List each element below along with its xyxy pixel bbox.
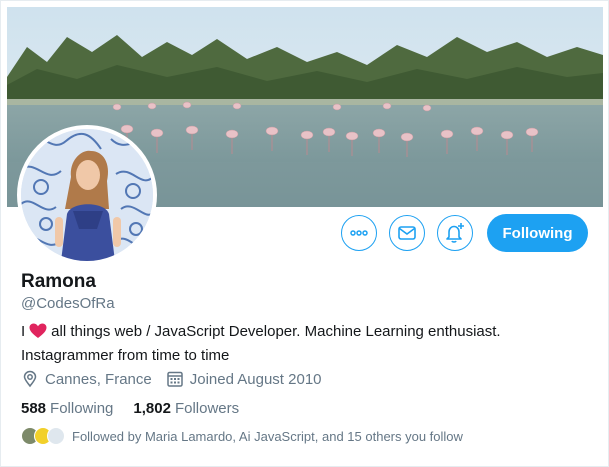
joined-item: Joined August 2010 <box>166 370 322 388</box>
followers-count: 1,802 <box>133 400 171 417</box>
following-button[interactable]: Following <box>487 214 588 252</box>
bio-prefix: I <box>21 323 26 340</box>
notifications-button[interactable] <box>437 215 473 251</box>
calendar-icon <box>166 371 183 387</box>
profile-meta: Cannes, France Joined August 2010 <box>21 370 336 388</box>
followers-count-link[interactable]: 1,802 Followers <box>133 400 239 417</box>
following-count-link[interactable]: 588 Following <box>21 400 113 417</box>
profile-bio: Iall things web / JavaScript Developer. … <box>21 321 591 366</box>
location-pin-icon <box>23 370 37 388</box>
location-item: Cannes, France <box>21 370 152 388</box>
more-button[interactable] <box>341 215 377 251</box>
followed-by-row[interactable]: Followed by Maria Lamardo, Ai JavaScript… <box>21 427 463 445</box>
bell-plus-icon <box>446 223 464 243</box>
following-label: Following <box>50 400 114 417</box>
bio-text: all things web / JavaScript Developer. M… <box>21 323 501 364</box>
avatar <box>47 427 65 445</box>
following-count: 588 <box>21 400 47 417</box>
message-button[interactable] <box>389 215 425 251</box>
followed-by-text: Followed by Maria Lamardo, Ai JavaScript… <box>72 428 463 444</box>
followers-you-know-avatars <box>21 427 65 445</box>
envelope-icon <box>398 226 416 240</box>
location-text: Cannes, France <box>45 370 152 388</box>
profile-card: Following Ramona @CodesOfRa Iall things … <box>0 0 609 467</box>
profile-name: Ramona <box>21 271 96 292</box>
profile-stats: 588 Following 1,802 Followers <box>21 400 259 417</box>
profile-handle: @CodesOfRa <box>21 295 115 312</box>
more-icon <box>350 230 368 236</box>
profile-actions: Following <box>341 214 588 252</box>
joined-text: Joined August 2010 <box>189 370 322 388</box>
heart-icon <box>29 323 47 345</box>
followers-label: Followers <box>174 400 240 417</box>
profile-avatar[interactable] <box>17 125 157 265</box>
